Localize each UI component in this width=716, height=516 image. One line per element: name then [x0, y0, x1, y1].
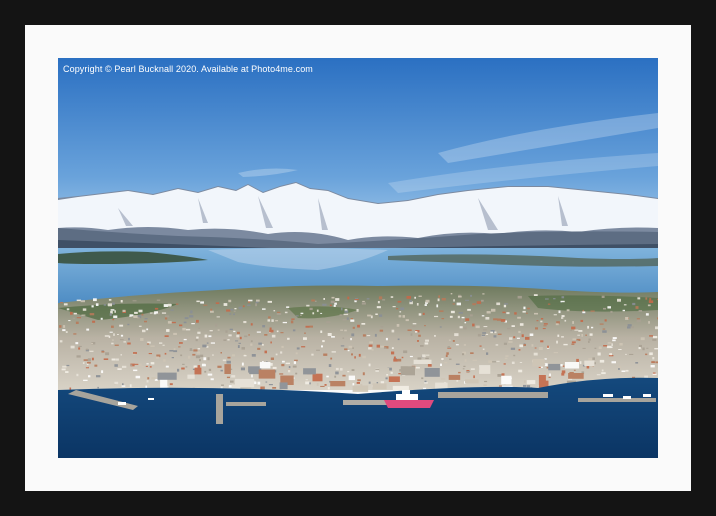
framed-photo: Copyright © Pearl Bucknall 2020. Availab… — [58, 58, 658, 458]
landscape-illustration — [58, 58, 658, 458]
copyright-notice: Copyright © Pearl Bucknall 2020. Availab… — [63, 64, 313, 74]
